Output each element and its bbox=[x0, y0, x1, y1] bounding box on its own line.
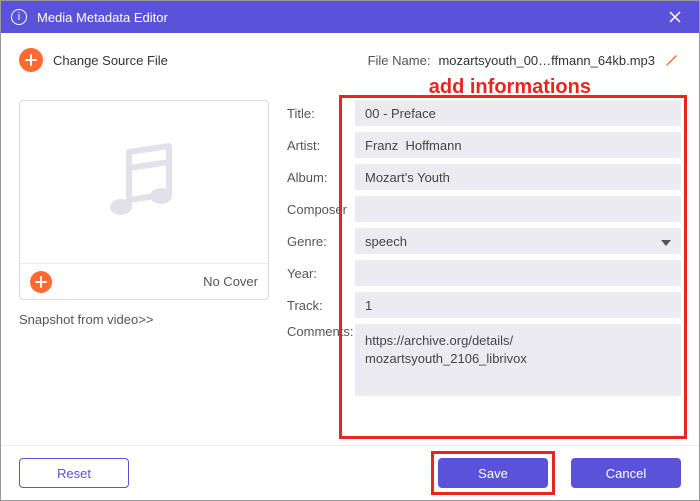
year-label: Year: bbox=[287, 266, 355, 281]
app-window: i Media Metadata Editor Change Source Fi… bbox=[0, 0, 700, 501]
cover-art-placeholder bbox=[20, 101, 268, 263]
snapshot-link[interactable]: Snapshot from video>> bbox=[19, 312, 269, 327]
album-field[interactable] bbox=[355, 164, 681, 190]
save-button[interactable]: Save bbox=[438, 458, 548, 488]
source-row: Change Source File File Name: mozartsyou… bbox=[19, 48, 681, 72]
comments-label: Comments: bbox=[287, 324, 355, 339]
cover-art-box: No Cover bbox=[19, 100, 269, 300]
metadata-form: Title: Artist: Album: Composer Genre: bbox=[287, 95, 681, 435]
year-field[interactable] bbox=[355, 260, 681, 286]
album-label: Album: bbox=[287, 170, 355, 185]
chevron-down-icon bbox=[661, 234, 671, 249]
add-cover-button[interactable] bbox=[30, 271, 52, 293]
edit-filename-button[interactable] bbox=[663, 51, 681, 69]
file-name-value: mozartsyouth_00…ffmann_64kb.mp3 bbox=[438, 53, 655, 68]
main-panel: No Cover Snapshot from video>> Title: Ar… bbox=[19, 95, 681, 435]
annotation-box-save: Save bbox=[431, 451, 555, 495]
composer-label: Composer bbox=[287, 202, 355, 217]
track-field[interactable] bbox=[355, 292, 681, 318]
footer: Reset Save Cancel bbox=[1, 445, 699, 500]
file-name-label: File Name: bbox=[368, 53, 431, 68]
track-label: Track: bbox=[287, 298, 355, 313]
genre-value: speech bbox=[365, 234, 407, 249]
composer-field[interactable] bbox=[355, 196, 681, 222]
change-source-link[interactable]: Change Source File bbox=[53, 53, 168, 68]
content-area: Change Source File File Name: mozartsyou… bbox=[1, 33, 699, 445]
genre-select[interactable]: speech bbox=[355, 228, 681, 254]
info-icon: i bbox=[11, 9, 27, 25]
reset-button[interactable]: Reset bbox=[19, 458, 129, 488]
title-field[interactable] bbox=[355, 100, 681, 126]
window-title: Media Metadata Editor bbox=[37, 10, 168, 25]
comments-field[interactable]: https://archive.org/details/ mozartsyout… bbox=[355, 324, 681, 396]
music-note-icon bbox=[94, 132, 194, 232]
title-label: Title: bbox=[287, 106, 355, 121]
cover-column: No Cover Snapshot from video>> bbox=[19, 95, 269, 435]
no-cover-label: No Cover bbox=[203, 274, 258, 289]
close-button[interactable] bbox=[661, 3, 689, 31]
artist-label: Artist: bbox=[287, 138, 355, 153]
cancel-button[interactable]: Cancel bbox=[571, 458, 681, 488]
genre-label: Genre: bbox=[287, 234, 355, 249]
titlebar: i Media Metadata Editor bbox=[1, 1, 699, 33]
add-source-button[interactable] bbox=[19, 48, 43, 72]
cover-footer: No Cover bbox=[20, 263, 268, 299]
artist-field[interactable] bbox=[355, 132, 681, 158]
